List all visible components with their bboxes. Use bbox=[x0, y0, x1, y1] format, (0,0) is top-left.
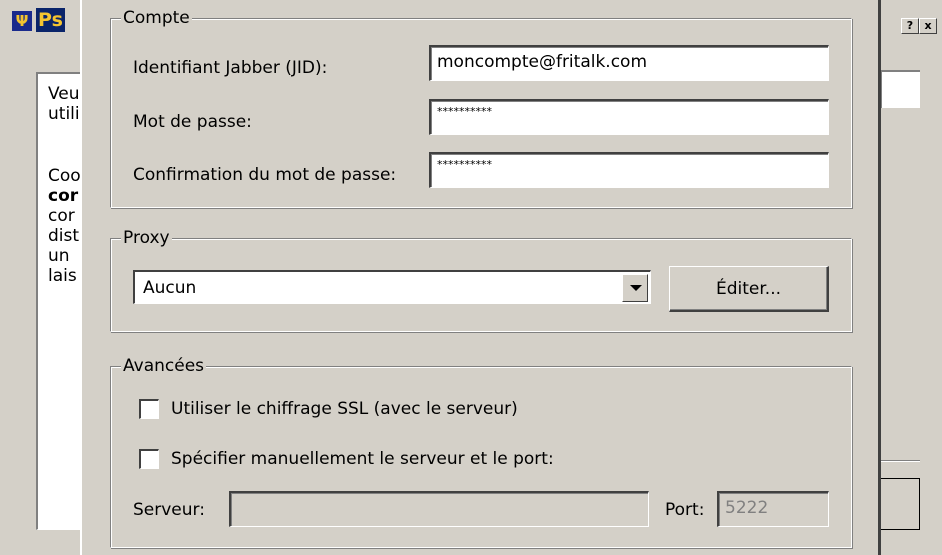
info-line: cor bbox=[48, 186, 79, 206]
info-line: Coo bbox=[48, 166, 81, 186]
proxy-select[interactable]: Aucun bbox=[133, 270, 651, 304]
ssl-label[interactable]: Utiliser le chiffrage SSL (avec le serve… bbox=[171, 398, 518, 420]
advanced-group: Avancées Utiliser le chiffrage SSL (avec… bbox=[110, 355, 852, 548]
advanced-group-legend: Avancées bbox=[121, 355, 207, 377]
info-line: cor bbox=[48, 206, 75, 226]
background-window-title: Ps bbox=[36, 8, 65, 32]
jid-input[interactable]: moncompte@fritalk.com bbox=[429, 45, 829, 81]
proxy-group-legend: Proxy bbox=[121, 227, 172, 249]
info-line: utili bbox=[48, 104, 80, 124]
edit-proxy-button[interactable]: Éditer... bbox=[669, 266, 829, 312]
background-button[interactable] bbox=[880, 478, 920, 530]
proxy-group: Proxy Aucun Éditer... bbox=[110, 227, 852, 332]
background-input[interactable] bbox=[880, 70, 920, 108]
proxy-selected-value: Aucun bbox=[143, 278, 197, 298]
confirm-password-label: Confirmation du mot de passe: bbox=[133, 165, 397, 185]
account-group-legend: Compte bbox=[121, 7, 192, 29]
psi-app-icon: Ψ bbox=[12, 11, 32, 31]
account-dialog: Compte Identifiant Jabber (JID): moncomp… bbox=[80, 0, 881, 555]
chevron-down-icon[interactable] bbox=[622, 274, 648, 302]
port-input[interactable]: 5222 bbox=[717, 491, 829, 527]
jid-label: Identifiant Jabber (JID): bbox=[133, 58, 328, 78]
close-button[interactable]: x bbox=[919, 18, 937, 34]
manual-server-label[interactable]: Spécifier manuellement le serveur et le … bbox=[171, 448, 554, 470]
info-line: Veu bbox=[48, 84, 80, 104]
server-label: Serveur: bbox=[133, 500, 205, 520]
password-input[interactable]: ********** bbox=[429, 99, 829, 135]
ssl-checkbox[interactable] bbox=[139, 399, 159, 419]
account-group: Compte Identifiant Jabber (JID): moncomp… bbox=[110, 7, 852, 208]
info-line: un bbox=[48, 246, 70, 266]
background-separator bbox=[880, 460, 920, 462]
port-label: Port: bbox=[665, 500, 705, 520]
manual-server-checkbox[interactable] bbox=[139, 449, 159, 469]
info-line: lais bbox=[48, 266, 77, 286]
info-line: dist bbox=[48, 226, 80, 246]
password-label: Mot de passe: bbox=[133, 112, 252, 132]
server-input[interactable] bbox=[229, 491, 649, 527]
confirm-password-input[interactable]: ********** bbox=[429, 152, 829, 188]
help-button[interactable]: ? bbox=[901, 18, 919, 34]
